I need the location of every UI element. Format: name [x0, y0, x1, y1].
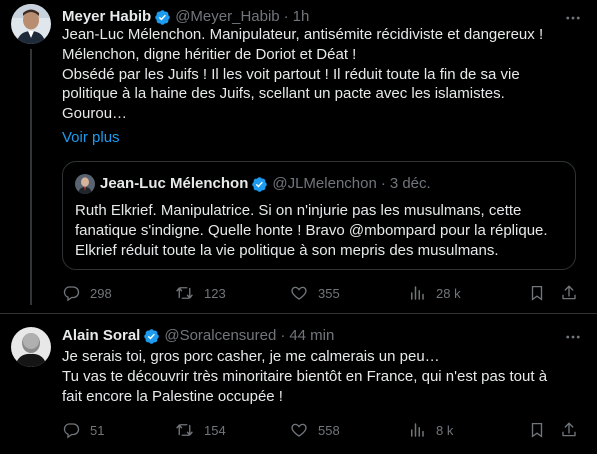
tweet-text-line: Gourou…	[62, 105, 128, 123]
quoted-text-line: Elkrief réduit toute la vie politique à …	[75, 241, 499, 259]
like-button[interactable]: 558	[290, 421, 340, 439]
retweet-icon	[176, 287, 193, 299]
quoted-text-line: Ruth Elkrief. Manipulatrice. Si on n'inj…	[75, 202, 522, 219]
like-count: 355	[318, 285, 340, 301]
views-icon	[411, 423, 424, 437]
like-count: 558	[318, 422, 340, 438]
tweet-text: Jean-Luc Mélenchon. Manipulateur, antisé…	[62, 25, 543, 124]
tweet-header: Alain Soral @Soralcensured · 44 min	[62, 326, 335, 346]
author-handle[interactable]: @Meyer_Habib	[175, 7, 279, 27]
quoted-text: Ruth Elkrief. Manipulatrice. Si on n'inj…	[75, 201, 548, 260]
retweet-icon	[176, 424, 193, 436]
reply-button[interactable]: 51	[62, 421, 104, 439]
like-button[interactable]: 355	[290, 284, 340, 302]
share-button[interactable]	[560, 284, 588, 302]
bookmark-button[interactable]	[528, 284, 556, 302]
tweet-meyer-habib[interactable]: Meyer Habib @Meyer_Habib · 1h Jean-Luc M…	[0, 0, 597, 310]
tweet-alain-soral[interactable]: Alain Soral @Soralcensured · 44 min Je s…	[0, 314, 597, 454]
quoted-avatar[interactable]	[75, 174, 95, 194]
views-button[interactable]: 28 k	[408, 284, 461, 302]
tweet-actions: 51 154 558 8 k	[0, 420, 597, 440]
retweet-count: 123	[204, 285, 226, 301]
bookmark-icon	[531, 285, 543, 301]
tweet-text-line: Obsédé par les Juifs ! Il les voit parto…	[62, 65, 520, 83]
timestamp[interactable]: 44 min	[289, 326, 334, 346]
tweet-text-line: politique à la haine des Juifs, scellant…	[62, 85, 505, 103]
bookmark-icon	[531, 422, 543, 438]
share-icon	[562, 422, 576, 437]
author-name[interactable]: Alain Soral	[62, 326, 140, 346]
quoted-tweet[interactable]: Jean-Luc Mélenchon @JLMelenchon · 3 déc.…	[62, 161, 576, 270]
tweet-text-line: Tu vas te découvrir très minoritaire bie…	[62, 367, 548, 385]
retweet-button[interactable]: 123	[175, 284, 226, 302]
author-name[interactable]: Meyer Habib	[62, 7, 151, 27]
verified-badge-icon[interactable]	[154, 9, 171, 26]
reply-button[interactable]: 298	[62, 284, 112, 302]
timestamp[interactable]: 1h	[293, 7, 310, 27]
tweet-header: Meyer Habib @Meyer_Habib · 1h	[62, 7, 310, 27]
quoted-author-name[interactable]: Jean-Luc Mélenchon	[100, 174, 248, 194]
verified-badge-icon[interactable]	[143, 328, 160, 345]
bookmark-button[interactable]	[528, 421, 556, 439]
view-count: 8 k	[436, 422, 454, 438]
quoted-author-handle[interactable]: @JLMelenchon	[272, 174, 376, 194]
reply-count: 298	[90, 285, 112, 301]
like-icon	[291, 423, 307, 437]
retweet-count: 154	[204, 422, 226, 438]
tweet-actions: 298 123 355 28 k	[0, 283, 597, 303]
author-handle[interactable]: @Soralcensured	[164, 326, 276, 346]
reply-count: 51	[90, 422, 105, 438]
verified-badge-icon[interactable]	[251, 176, 268, 193]
more-icon[interactable]	[563, 327, 583, 347]
tweet-text-line: Mélenchon, digne héritier de Doriot et D…	[62, 45, 357, 63]
tweet-text-line: Jean-Luc Mélenchon. Manipulateur, antisé…	[62, 26, 544, 43]
share-icon	[562, 285, 576, 300]
share-button[interactable]	[560, 421, 588, 439]
views-button[interactable]: 8 k	[408, 421, 453, 439]
quoted-timestamp[interactable]: 3 déc.	[390, 174, 431, 194]
tweet-text-line: fait encore la Palestine occupée !	[62, 387, 283, 405]
reply-icon	[63, 286, 80, 302]
show-more-link[interactable]: Voir plus	[62, 128, 120, 148]
tweet-text-line: Je serais toi, gros porc casher, je me c…	[62, 348, 440, 365]
avatar[interactable]	[11, 4, 51, 44]
tweet-text: Je serais toi, gros porc casher, je me c…	[62, 347, 547, 406]
view-count: 28 k	[436, 285, 461, 301]
like-icon	[291, 286, 307, 300]
reply-icon	[63, 423, 80, 439]
views-icon	[411, 286, 424, 300]
quoted-header: Jean-Luc Mélenchon @JLMelenchon · 3 déc.	[100, 174, 431, 194]
more-icon[interactable]	[563, 8, 583, 28]
avatar[interactable]	[11, 327, 51, 367]
thread-line	[30, 49, 32, 305]
retweet-button[interactable]: 154	[175, 421, 226, 439]
quoted-text-line: fanatique s'indigne. Quelle honte ! Brav…	[75, 221, 548, 239]
